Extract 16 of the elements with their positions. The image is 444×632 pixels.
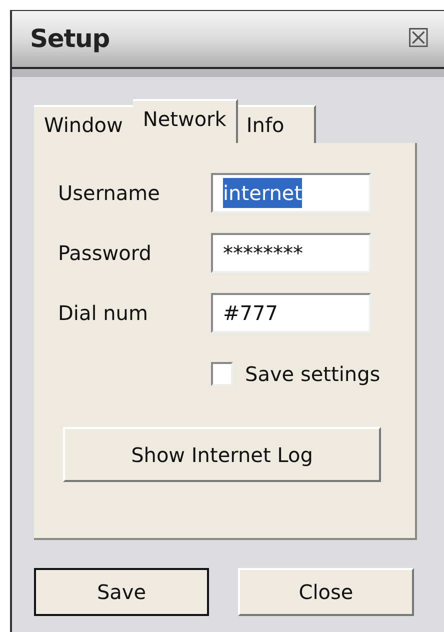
show-log-button[interactable]: Show Internet Log (63, 427, 381, 482)
tab[interactable]: Network (132, 99, 238, 143)
tab[interactable]: Info (236, 105, 316, 143)
checkbox-label: Save settings (245, 361, 380, 388)
input-field[interactable]: internet (211, 173, 371, 213)
close-button[interactable]: ☒ (406, 26, 430, 52)
field-label: Dial num (58, 300, 149, 327)
input-field[interactable]: #777 (211, 293, 371, 333)
dialog-button[interactable]: Close (238, 568, 414, 616)
window-title: Setup (30, 23, 110, 56)
dialog-button[interactable]: Save (34, 568, 209, 616)
field-label: Username (58, 180, 161, 207)
input-field[interactable]: ******** (211, 233, 371, 273)
field-label: Password (58, 240, 152, 267)
tab[interactable]: Window (34, 105, 135, 143)
checkbox[interactable] (211, 362, 233, 386)
